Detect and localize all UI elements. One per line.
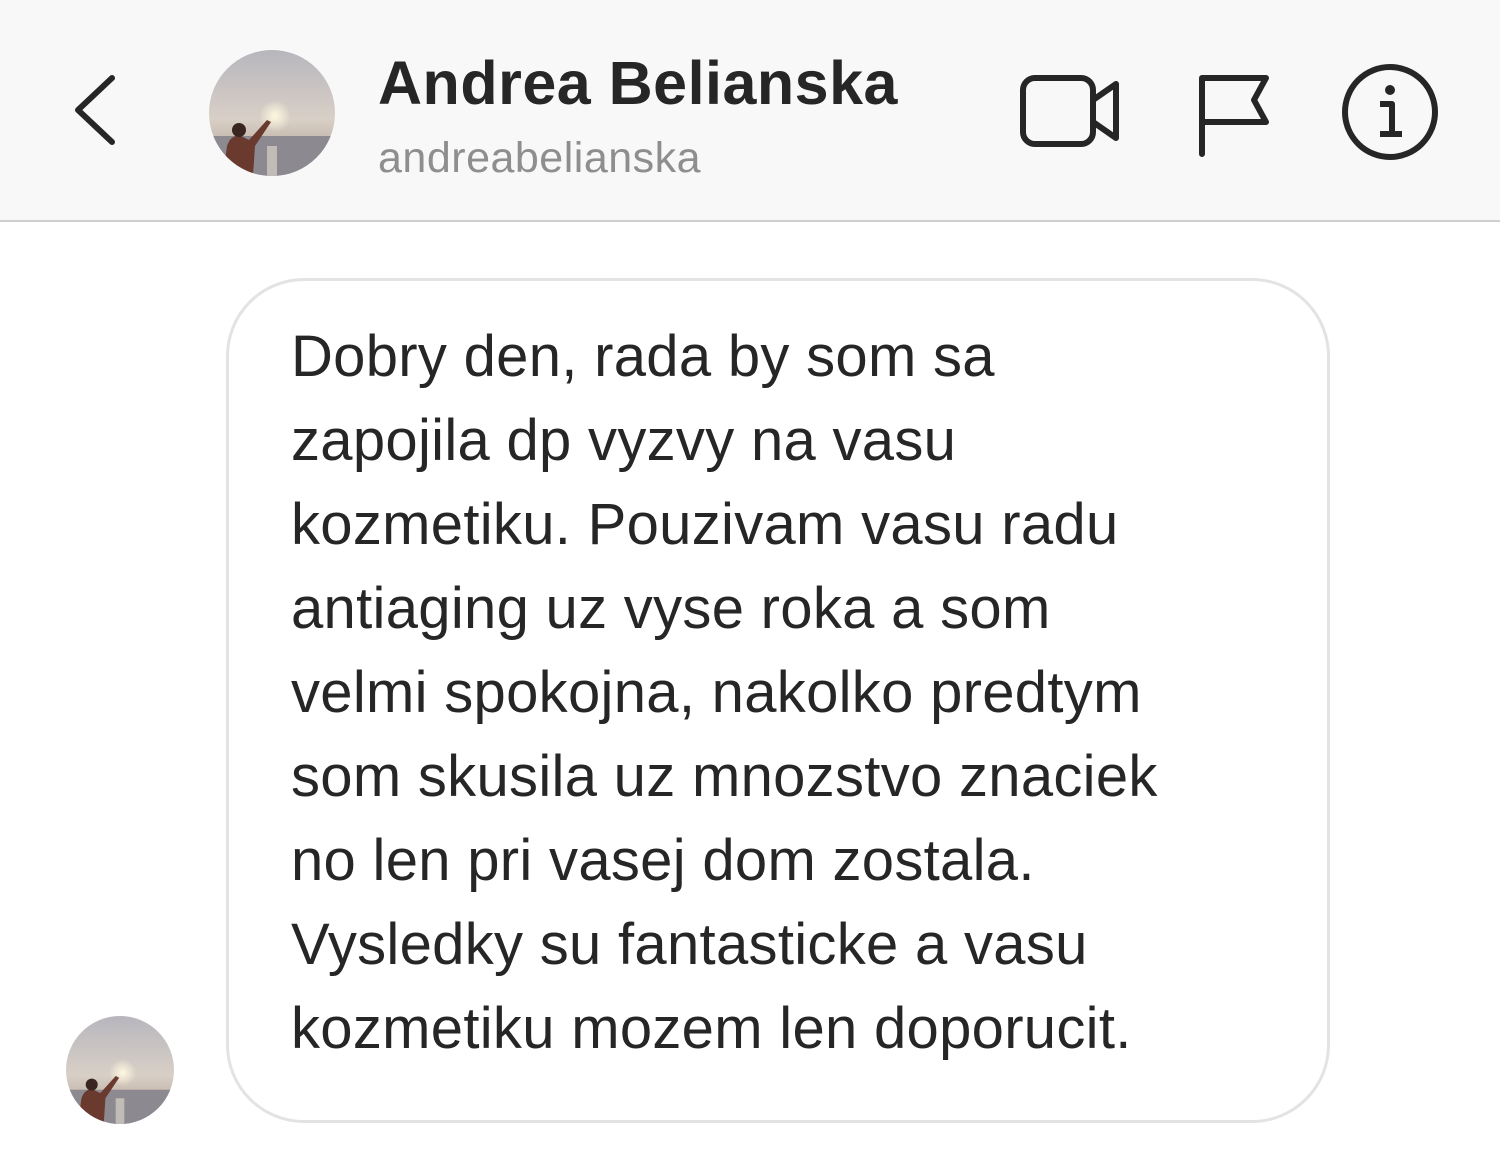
info-button[interactable] [1338, 60, 1442, 164]
video-camera-icon [1020, 75, 1119, 147]
message-bubble[interactable]: Dobry den, rada by som sa zapojila dp vy… [226, 278, 1330, 1123]
profile-avatar[interactable] [209, 50, 335, 176]
chat-username: andreabelianska [378, 134, 702, 182]
report-button[interactable] [1192, 70, 1272, 158]
info-icon [1342, 64, 1438, 160]
avatar-photo [209, 50, 335, 176]
back-button[interactable] [60, 62, 130, 157]
video-call-button[interactable] [1018, 68, 1122, 154]
chat-title: Andrea Belianska [378, 49, 898, 117]
message-text: Dobry den, rada by som sa zapojila dp vy… [291, 324, 1158, 1061]
chat-header: Andrea Belianska andreabelianska [0, 0, 1500, 222]
sender-avatar[interactable] [66, 1016, 174, 1124]
chevron-left-icon [75, 75, 115, 145]
flag-icon [1199, 75, 1269, 157]
avatar-photo [66, 1016, 174, 1124]
